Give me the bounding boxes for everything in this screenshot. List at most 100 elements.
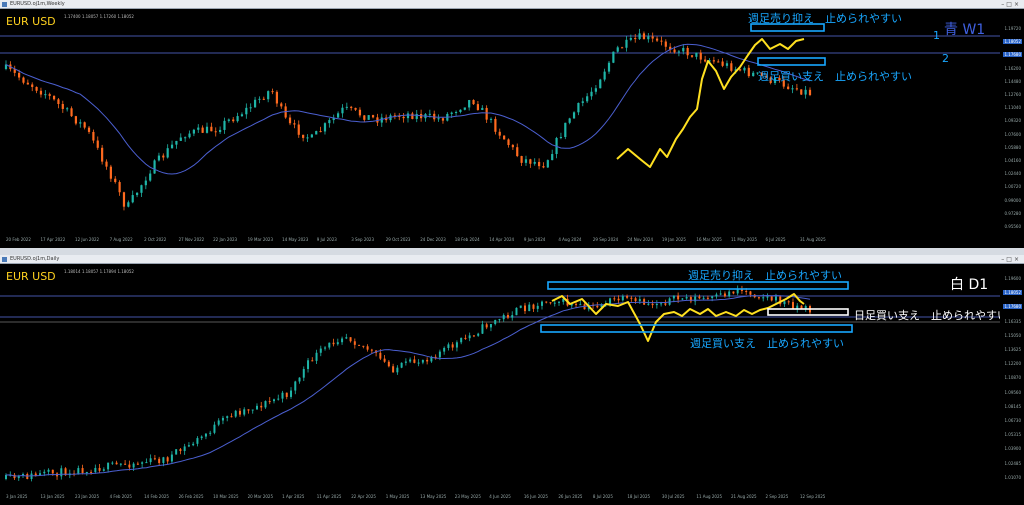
candle-body (564, 122, 567, 138)
candle-body (170, 454, 173, 462)
date-tick-label: 11 Apr 2025 (316, 494, 342, 499)
candle-body (494, 118, 497, 132)
date-tick-label: 13 May 2025 (420, 494, 447, 499)
date-tick-label: 21 Aug 2025 (730, 494, 757, 499)
candle-body (290, 390, 293, 397)
candle-body (454, 112, 458, 114)
candle-body (260, 405, 263, 408)
candle-body (92, 131, 95, 141)
date-tick-label: 2 Oct 2022 (144, 237, 167, 242)
daily-price-axis[interactable]: 1.19600 1.18052 1.17680 1.16335 1.15050 1.136… (1000, 264, 1024, 496)
date-tick-label: 26 Jun 2025 (558, 494, 583, 499)
date-tick-label: 4 Jun 2025 (489, 494, 511, 499)
candle-body (647, 36, 650, 40)
candle-body (745, 290, 748, 292)
window-controls[interactable]: –□× (1001, 256, 1021, 263)
candle-body (268, 401, 271, 403)
candle-body (51, 469, 54, 474)
weekly-titlebar[interactable]: EURUSD.oj1m,Weekly –□× (0, 0, 1024, 9)
candle-body (184, 137, 187, 139)
candle-body (472, 100, 475, 105)
candle-body (109, 166, 112, 179)
weekly-price-axis[interactable]: 1.19720 1.18052 1.17680 1.16200 1.14480 1.127… (1000, 9, 1024, 239)
date-tick-label: 17 Apr 2022 (40, 237, 66, 242)
candle-body (298, 377, 301, 382)
candle-body (101, 147, 104, 162)
candle-body (230, 416, 233, 418)
candle-body (47, 469, 50, 472)
candle-body (219, 129, 222, 133)
level-1-label: 1 (933, 29, 940, 42)
date-tick-label: 30 Jul 2025 (661, 494, 685, 499)
date-tick-label: 16 Jun 2025 (523, 494, 548, 499)
date-tick-label: 4 Aug 2024 (558, 237, 582, 242)
price-tick-label: 1.06730 (1004, 418, 1021, 423)
candle-body (119, 463, 122, 465)
window-controls[interactable]: –□× (1001, 1, 1021, 8)
candle-body (153, 458, 156, 460)
candle-body (226, 416, 229, 418)
date-tick-label: 18 Feb 2024 (454, 237, 480, 242)
price-tick-label: 1.17680 (1003, 52, 1022, 58)
candle-body (175, 449, 178, 455)
candle-body (179, 137, 182, 141)
date-tick-label: 27 Nov 2022 (178, 237, 205, 242)
candle-body (625, 39, 628, 48)
chart-window-icon (2, 257, 7, 262)
price-tick-label: 1.04160 (1004, 158, 1021, 163)
weekly-plot-area[interactable] (0, 9, 1000, 248)
candle-body (319, 131, 322, 133)
candle-body (35, 86, 38, 91)
candle-body (553, 302, 556, 304)
candle-body (183, 446, 186, 451)
candle-body (132, 463, 135, 468)
candle-body (358, 109, 362, 116)
candle-body (253, 99, 257, 108)
candle-body (264, 401, 267, 408)
candle-body (485, 324, 488, 328)
daily-plot-area[interactable] (0, 264, 1000, 505)
date-tick-label: 8 Jul 2025 (592, 494, 613, 499)
candle-body (617, 298, 620, 301)
candle-body (280, 103, 283, 107)
price-tick-label: 1.18052 (1003, 39, 1022, 45)
candle-body (577, 102, 580, 113)
candle-body (234, 410, 237, 417)
candle-body (85, 471, 88, 474)
date-tick-label: 29 Sep 2024 (592, 237, 619, 242)
close-icon[interactable]: × (1014, 1, 1021, 8)
candle-body (551, 154, 554, 161)
candle-body (502, 315, 505, 320)
candle-body (221, 417, 224, 421)
candle-body (800, 89, 803, 95)
candle-body (791, 302, 794, 309)
maximize-icon[interactable]: □ (1006, 256, 1014, 263)
candle-body (367, 115, 370, 120)
close-icon[interactable]: × (1014, 256, 1021, 263)
daily-weekly-support-annotation: 週足買い支え 止められやすい (690, 337, 844, 350)
candle-body (57, 99, 60, 105)
daily-titlebar[interactable]: EURUSD.oj1m,Daily –□× (0, 255, 1024, 264)
candle-body (277, 398, 280, 400)
weekly-timeframe-label: 青 W1 (944, 22, 986, 38)
candle-body (30, 473, 33, 479)
candle-body (572, 112, 576, 119)
candle-body (651, 303, 654, 306)
candle-body (81, 468, 84, 474)
candle-body (153, 160, 156, 174)
date-tick-label: 14 Feb 2025 (144, 494, 169, 499)
weekly-chart-window[interactable]: EURUSD.oj1m,Weekly –□× EUR USD 1.17400 1… (0, 0, 1024, 248)
candle-body (74, 116, 78, 124)
candle-body (472, 335, 475, 337)
weekly-symbol-label: EUR USD (6, 15, 56, 28)
candle-body (209, 432, 212, 434)
date-tick-label: 19 Mar 2023 (247, 237, 273, 242)
candle-body (476, 104, 480, 110)
candle-body (60, 468, 63, 477)
daily-weekly-resist-annotation: 週足売り抑え 止められやすい (688, 269, 842, 282)
maximize-icon[interactable]: □ (1006, 1, 1014, 8)
daily-chart-window[interactable]: EURUSD.oj1m,Daily –□× EUR USD 1.18014 1.… (0, 255, 1024, 505)
candle-body (511, 145, 514, 148)
candle-body (324, 347, 327, 349)
price-tick-label: 1.02485 (1004, 460, 1021, 466)
